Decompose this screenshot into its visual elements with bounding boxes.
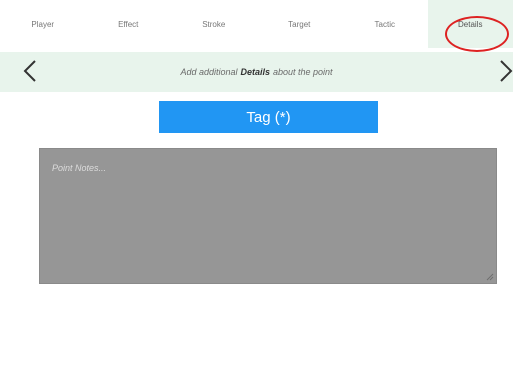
next-button[interactable]	[494, 56, 513, 86]
tab-target[interactable]: Target	[257, 0, 343, 48]
tab-tactic[interactable]: Tactic	[342, 0, 428, 48]
subheader-bar: Add additional Details about the point	[0, 52, 513, 92]
tab-label: Player	[31, 19, 55, 29]
point-notes-input[interactable]	[40, 149, 496, 283]
hint-emphasis: Details	[240, 67, 270, 77]
tab-label: Details	[458, 19, 483, 29]
tab-label: Effect	[118, 19, 139, 29]
hint-suffix: about the point	[273, 67, 333, 77]
tab-effect[interactable]: Effect	[86, 0, 172, 48]
tag-button[interactable]: Tag (*)	[159, 101, 378, 133]
tab-stroke[interactable]: Stroke	[171, 0, 257, 48]
tab-player[interactable]: Player	[0, 0, 86, 48]
point-notes-box	[39, 148, 497, 284]
hint-prefix: Add additional	[180, 67, 238, 77]
tab-label: Stroke	[202, 19, 226, 29]
tab-bar: Player Effect Stroke Target Tactic Detai…	[0, 0, 513, 48]
tab-details[interactable]: Details	[427, 0, 513, 48]
tab-label: Target	[288, 19, 311, 29]
subheader-hint: Add additional Details about the point	[0, 52, 513, 92]
chevron-right-icon	[500, 60, 513, 82]
tab-label: Tactic	[374, 19, 395, 29]
